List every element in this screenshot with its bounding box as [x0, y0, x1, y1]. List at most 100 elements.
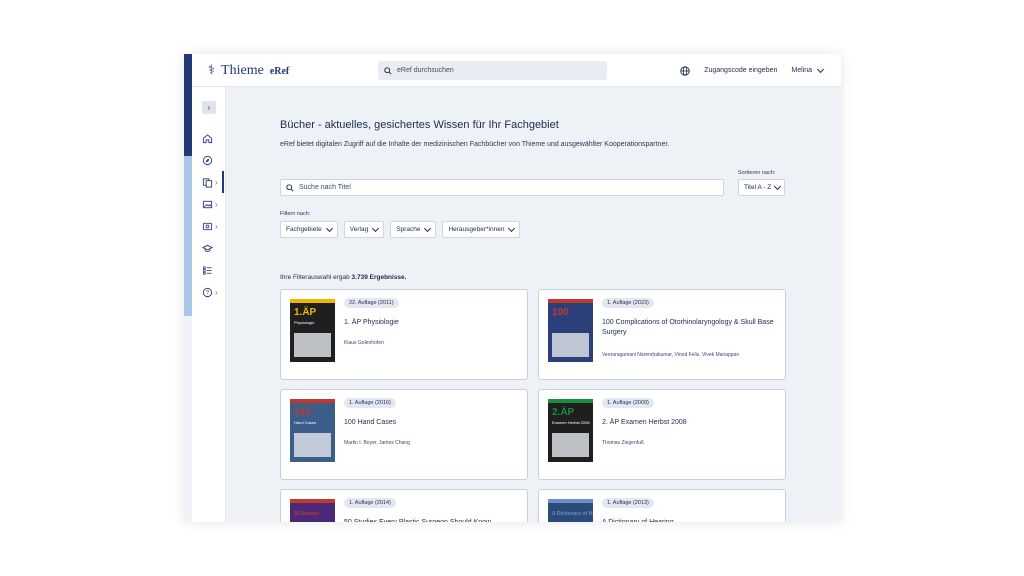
- books-icon: [202, 177, 213, 188]
- chevron-down-icon: [816, 65, 825, 73]
- book-card[interactable]: 2.ÄP Examen Herbst 2008 1. Auflage (2009) 2…: [538, 389, 786, 480]
- edition-badge: 1. Auflage (2013): [602, 498, 654, 508]
- chevron-down-icon: [774, 182, 782, 190]
- edition-badge: 1. Auflage (2014): [344, 498, 396, 508]
- cover-title: 1.ÄP: [294, 305, 317, 318]
- globe-icon[interactable]: [680, 65, 690, 76]
- chevron-down-icon: [508, 224, 516, 232]
- cover-subtitle: Examen Herbst 2008: [552, 420, 590, 425]
- images-icon: [202, 200, 213, 208]
- book-card[interactable]: 1.ÄP Physiologie 22. Auflage (2011) 1. ÄP P…: [280, 289, 528, 380]
- sidebar-item-videos[interactable]: ›: [202, 219, 226, 233]
- sort-value: Titel A - Z: [744, 184, 772, 191]
- sidebar-item-images[interactable]: ›: [202, 197, 226, 211]
- book-title[interactable]: 100 Complications of Otorhinolaryngology…: [602, 318, 778, 338]
- chevron-down-icon: [424, 224, 432, 232]
- book-card[interactable]: A Dictionary of Hearing 1. Auflage (2013)…: [538, 489, 786, 522]
- page-title: Bücher - aktuelles, gesichertes Wissen f…: [280, 119, 559, 131]
- chevron-right-icon: ›: [215, 199, 218, 209]
- chevron-right-icon: ›: [215, 177, 218, 187]
- edition-badge: 1. Auflage (2009): [602, 398, 654, 408]
- sidebar-active-indicator: [222, 171, 224, 193]
- user-name: Melina: [791, 67, 812, 74]
- book-cover-image: 50 Studies: [290, 499, 335, 522]
- page-description: eRef bietet digitalen Zugriff auf die In…: [280, 141, 670, 148]
- filter-label-text: Verlag: [349, 226, 369, 233]
- filter-label-text: Sprache: [396, 226, 421, 233]
- sidebar-item-lists[interactable]: [202, 263, 226, 277]
- chevron-down-icon: [325, 224, 333, 232]
- book-cover-image: 1.ÄP Physiologie: [290, 299, 335, 362]
- filter-fachgebiete[interactable]: Fachgebiete: [280, 221, 338, 238]
- chevron-right-icon: ›: [215, 287, 218, 297]
- filter-label-text: Fachgebiete: [286, 226, 322, 233]
- filter-herausgeber[interactable]: Herausgeber*innen: [442, 221, 521, 238]
- access-code-link[interactable]: Zugangscode eingeben: [704, 67, 777, 74]
- app-window: ⚕ Thieme eRef eRef durchsuchen Zugangsco…: [184, 54, 841, 522]
- edition-badge: 1. Auflage (2016): [344, 398, 396, 408]
- compass-icon: [202, 155, 213, 165]
- book-card[interactable]: 50 Studies 1. Auflage (2014) 50 Studies Ev…: [280, 489, 528, 522]
- global-search-placeholder: eRef durchsuchen: [397, 67, 454, 74]
- filter-label: Filtern nach:: [280, 211, 311, 217]
- sort-label: Sortieren nach:: [738, 170, 776, 176]
- cover-subtitle: Hand Cases: [294, 420, 316, 425]
- sort-select[interactable]: Titel A - Z: [738, 179, 785, 196]
- book-cover-image: 100: [548, 299, 593, 362]
- video-icon: [202, 222, 213, 230]
- svg-text:?: ?: [206, 290, 210, 296]
- book-title[interactable]: A Dictionary of Hearing: [602, 518, 778, 522]
- filter-bar: Fachgebiete Verlag Sprache Herausgeber*i…: [280, 221, 521, 238]
- cover-title: 2.ÄP: [552, 405, 575, 418]
- cover-title: A Dictionary of Hearing: [552, 511, 593, 517]
- filter-label-text: Herausgeber*innen: [448, 226, 505, 233]
- home-icon: [202, 133, 213, 143]
- sidebar-expand-button[interactable]: ›: [202, 101, 216, 114]
- header-actions: Zugangscode eingeben Melina: [680, 54, 825, 87]
- main-content: Bücher - aktuelles, gesichertes Wissen f…: [226, 87, 841, 522]
- search-icon: [384, 66, 392, 75]
- sidebar-item-explore[interactable]: [202, 153, 226, 167]
- list-icon: [203, 265, 212, 275]
- book-authors: Klaus Golenhofen: [344, 340, 384, 346]
- sidebar-item-help[interactable]: ? ›: [202, 285, 226, 299]
- global-search-input[interactable]: eRef durchsuchen: [378, 61, 607, 80]
- results-prefix: Ihre Filterauswahl ergab: [280, 274, 352, 281]
- cover-title: 50 Studies: [294, 511, 319, 517]
- top-bar: ⚕ Thieme eRef eRef durchsuchen Zugangsco…: [184, 54, 841, 87]
- book-title[interactable]: 1. ÄP Physiologie: [344, 318, 520, 328]
- title-search-placeholder: Suche nach Titel: [299, 184, 351, 191]
- book-cover-image: 100 Hand Cases: [290, 399, 335, 462]
- book-authors: Martin I. Boyer, James Chang: [344, 440, 410, 446]
- book-title[interactable]: 50 Studies Every Plastic Surgeon Should …: [344, 518, 520, 522]
- edition-badge: 1. Auflage (2023): [602, 298, 654, 308]
- chevron-right-icon: ›: [215, 221, 218, 231]
- logo-sub: eRef: [269, 66, 290, 77]
- logo-mark-icon: ⚕: [208, 62, 216, 77]
- book-authors: Veeraragamani Narendrakumar, Vinod Felix…: [602, 352, 740, 358]
- search-icon: [286, 183, 294, 192]
- book-authors: Thomas Ziegenfuß: [602, 440, 644, 446]
- book-title[interactable]: 100 Hand Cases: [344, 418, 520, 428]
- cover-subtitle: Physiologie: [294, 320, 315, 325]
- sidebar-item-home[interactable]: [202, 131, 226, 145]
- book-card[interactable]: 100 1. Auflage (2023) 100 Complications of…: [538, 289, 786, 380]
- book-cover-image: A Dictionary of Hearing: [548, 499, 593, 522]
- filter-verlag[interactable]: Verlag: [343, 221, 385, 238]
- title-search-input[interactable]: Suche nach Titel: [280, 179, 724, 196]
- thieme-logo[interactable]: ⚕ Thieme eRef: [208, 62, 289, 79]
- brand-strip-light: [184, 156, 192, 316]
- cover-title: 100: [552, 307, 569, 318]
- results-count: 3.739 Ergebnisse.: [351, 274, 407, 281]
- help-icon: ?: [202, 287, 213, 297]
- sidebar: › › › › ? ›: [192, 87, 226, 522]
- user-menu[interactable]: Melina: [791, 65, 825, 74]
- sidebar-item-learning[interactable]: [202, 241, 226, 255]
- brand-strip-dark: [184, 54, 192, 156]
- book-card[interactable]: 100 Hand Cases 1. Auflage (2016) 100 Hand C…: [280, 389, 528, 480]
- filter-sprache[interactable]: Sprache: [390, 221, 437, 238]
- book-title[interactable]: 2. ÄP Examen Herbst 2008: [602, 418, 778, 428]
- graduation-cap-icon: [202, 244, 213, 252]
- book-cover-image: 2.ÄP Examen Herbst 2008: [548, 399, 593, 462]
- chevron-down-icon: [372, 224, 380, 232]
